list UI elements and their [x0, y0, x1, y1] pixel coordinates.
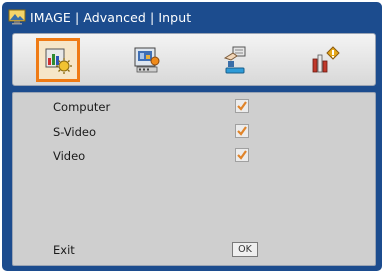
- options-bars-icon: [312, 46, 340, 73]
- input-computer-label: Computer: [53, 100, 111, 114]
- input-computer-checkbox[interactable]: [235, 99, 249, 113]
- input-svideo-label: S-Video: [53, 125, 96, 139]
- image-settings-icon: [45, 48, 72, 74]
- ok-button[interactable]: OK: [232, 242, 258, 257]
- category-tabs: [12, 33, 376, 86]
- input-settings-panel: Computer S-Video Video Exit OK: [12, 92, 376, 266]
- checkmark-icon: [237, 126, 247, 136]
- input-video-label: Video: [53, 149, 86, 163]
- exit-label: Exit: [53, 243, 75, 257]
- display-icon: [134, 47, 160, 73]
- monitor-image-icon: [8, 9, 26, 25]
- tab-display[interactable]: [125, 38, 169, 82]
- checkmark-icon: [237, 150, 247, 160]
- checkmark-icon: [237, 101, 247, 111]
- input-video-checkbox[interactable]: [235, 148, 249, 162]
- tab-image[interactable]: [36, 38, 80, 82]
- osd-window: IMAGE | Advanced | Input Computer S-Vide…: [2, 2, 382, 271]
- input-svideo-checkbox[interactable]: [235, 124, 249, 138]
- window-title: IMAGE | Advanced | Input: [30, 9, 192, 25]
- title-bar: IMAGE | Advanced | Input: [8, 6, 376, 28]
- setup-hand-icon: [223, 46, 246, 74]
- tab-setup[interactable]: [213, 38, 257, 82]
- tab-options[interactable]: [303, 38, 347, 82]
